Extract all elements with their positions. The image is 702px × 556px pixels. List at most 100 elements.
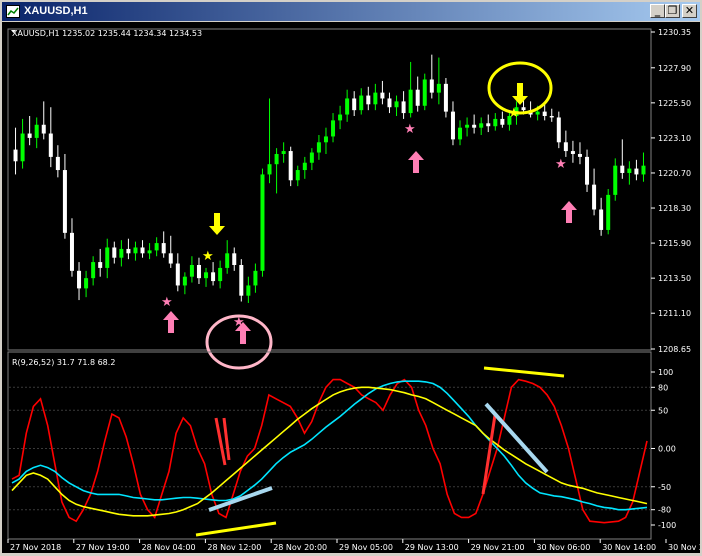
candle-body <box>161 243 166 254</box>
price-tick-label: 1220.70 <box>658 169 691 178</box>
candle-body <box>408 89 413 114</box>
candle-body <box>260 174 265 271</box>
candle <box>620 139 625 179</box>
chart-canvas[interactable]: 1230.35 1227.90 1225.50 1223.10 1220.70 1218.… <box>2 22 702 553</box>
candle <box>13 127 18 175</box>
candle-body <box>41 124 46 134</box>
candle-body <box>48 133 53 157</box>
candle-body <box>542 111 547 116</box>
candle <box>415 76 420 112</box>
candle-body <box>436 83 441 93</box>
candle-body <box>570 151 575 154</box>
candle <box>465 117 470 137</box>
candle <box>218 260 223 289</box>
candle-body <box>168 253 173 264</box>
candle <box>204 267 209 287</box>
candle-body <box>20 133 25 162</box>
chart-area[interactable]: 1230.35 1227.90 1225.50 1223.10 1220.70 1218.… <box>2 22 702 553</box>
candle-body <box>147 250 152 254</box>
star-icon: ★ <box>555 157 567 172</box>
price-tick-label: 1215.90 <box>658 239 691 248</box>
restore-glyph: ❐ <box>667 4 678 17</box>
price-pane-border <box>7 28 652 351</box>
candle <box>274 148 279 194</box>
price-tick-label: 1227.90 <box>658 64 691 73</box>
candle-body <box>472 124 477 128</box>
candle <box>394 95 399 116</box>
price-tick-label: 1218.30 <box>658 204 691 213</box>
candle-body <box>274 153 279 165</box>
price-tick-label: 1211.10 <box>658 309 691 318</box>
candle <box>62 153 67 239</box>
chart-info-text: XAUUSD,H1 1235.02 1235.44 1234.34 1234.5… <box>12 29 202 38</box>
candle <box>253 263 258 293</box>
down-arrow-icon <box>512 83 528 105</box>
candle-body <box>366 95 371 105</box>
candle <box>246 276 251 303</box>
candle <box>556 111 561 149</box>
candle <box>577 142 582 165</box>
candle-body <box>373 92 378 105</box>
candle-body <box>267 164 272 175</box>
candle <box>211 262 216 286</box>
indicator-axis: 100 80 50 0.00 -50 -80 -100 <box>651 368 676 530</box>
candle <box>260 168 265 277</box>
time-tick-label: 30 Nov 14:00 <box>602 543 656 552</box>
restore-button[interactable]: ❐ <box>665 4 680 18</box>
indicator-label: R(9,26,52) 31.7 71.8 68.2 <box>12 358 115 367</box>
candle-body <box>239 265 244 296</box>
candle <box>634 159 639 181</box>
candle <box>542 104 547 121</box>
time-tick-label: 29 Nov 13:00 <box>405 543 459 552</box>
candle-body <box>84 278 89 289</box>
indicator-series-line <box>11 386 648 517</box>
price-axis: 1230.35 1227.90 1225.50 1223.10 1220.70 1218.… <box>651 28 691 354</box>
indicator-tick-label: -100 <box>658 521 676 530</box>
candle-body <box>443 83 448 112</box>
candle <box>338 105 343 130</box>
candle <box>472 114 477 134</box>
terminal-window: XAUUSD,H1 _ ❐ ✕ 1230.35 1227.90 1225.50 122… <box>0 0 702 555</box>
close-button[interactable]: ✕ <box>682 4 697 18</box>
red-trend-marker <box>481 414 497 495</box>
candle <box>133 241 138 261</box>
candle-body <box>585 156 590 185</box>
candle-body <box>387 98 392 108</box>
candle <box>112 241 117 264</box>
candle-body <box>620 165 625 173</box>
candle <box>302 156 307 179</box>
candle-body <box>465 124 470 128</box>
price-tick-label: 1225.50 <box>658 99 691 108</box>
red-trend-marker <box>222 417 231 461</box>
candle-body <box>450 111 455 140</box>
candle-body <box>302 162 307 171</box>
candle <box>570 140 575 163</box>
candle <box>182 272 187 295</box>
star-icon: ★ <box>508 106 520 121</box>
candle-body <box>521 107 526 111</box>
star-icon: ★ <box>404 122 416 137</box>
candle <box>493 113 498 131</box>
time-tick-label: 28 Nov 20:00 <box>273 543 327 552</box>
minimize-button[interactable]: _ <box>650 4 665 18</box>
candle <box>401 91 406 119</box>
candle-body <box>105 247 110 268</box>
candle <box>239 259 244 302</box>
candle-body <box>253 270 258 286</box>
candle-body <box>606 194 611 230</box>
candle <box>175 253 180 292</box>
candle-body <box>281 151 286 154</box>
candle-body <box>634 168 639 175</box>
candle <box>316 134 321 160</box>
candle <box>105 238 110 279</box>
candle-body <box>140 247 145 254</box>
indicator-series-line <box>11 380 648 511</box>
lightblue-trend-marker <box>484 402 549 474</box>
candle <box>48 107 53 168</box>
time-tick-label: 29 Nov 21:00 <box>471 543 525 552</box>
star-icon: ★ <box>233 315 245 330</box>
candle <box>613 158 618 201</box>
title-bar[interactable]: XAUUSD,H1 _ ❐ ✕ <box>2 2 700 21</box>
candle-body <box>345 98 350 115</box>
indicator-tick-label: 50 <box>658 406 668 415</box>
